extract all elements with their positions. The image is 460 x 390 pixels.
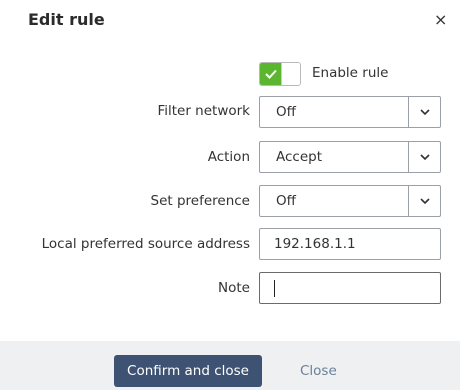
toggle-knob — [281, 63, 300, 85]
chevron-down-icon — [420, 198, 430, 205]
filter-network-label: Filter network — [157, 103, 250, 119]
text-caret — [274, 280, 275, 297]
enable-rule-toggle[interactable] — [259, 62, 301, 86]
note-label: Note — [218, 280, 250, 296]
filter-network-dropdown-button[interactable] — [408, 97, 440, 127]
enable-rule-label: Enable rule — [312, 65, 389, 81]
set-preference-value: Off — [276, 193, 296, 209]
edit-rule-dialog: Edit rule × Enable rule Filter network O… — [0, 0, 460, 390]
note-input[interactable] — [259, 272, 441, 304]
dialog-title: Edit rule — [28, 10, 105, 29]
local-source-value: 192.168.1.1 — [274, 236, 356, 252]
local-source-input[interactable]: 192.168.1.1 — [259, 228, 441, 260]
set-preference-label: Set preference — [150, 193, 251, 209]
check-icon — [265, 69, 277, 79]
filter-network-select[interactable]: Off — [259, 96, 441, 128]
set-preference-select[interactable]: Off — [259, 185, 441, 217]
dialog-footer: Confirm and close Close — [0, 341, 460, 390]
confirm-and-close-button[interactable]: Confirm and close — [114, 355, 262, 387]
local-source-label: Local preferred source address — [41, 236, 250, 252]
action-value: Accept — [276, 149, 323, 165]
action-dropdown-button[interactable] — [408, 142, 440, 172]
chevron-down-icon — [420, 109, 430, 116]
chevron-down-icon — [420, 154, 430, 161]
set-preference-dropdown-button[interactable] — [408, 186, 440, 216]
close-button[interactable]: Close — [300, 355, 337, 387]
filter-network-value: Off — [276, 104, 296, 120]
action-select[interactable]: Accept — [259, 141, 441, 173]
close-icon[interactable]: × — [434, 10, 447, 30]
action-label: Action — [207, 149, 250, 165]
